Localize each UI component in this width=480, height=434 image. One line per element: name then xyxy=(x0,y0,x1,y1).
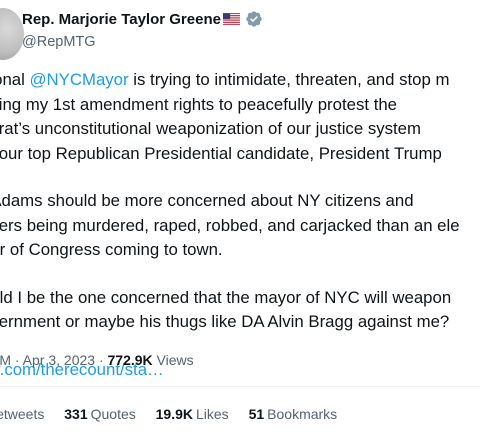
tweet-text-segment: sional xyxy=(0,70,25,89)
stat-label: Bookmarks xyxy=(267,406,338,422)
tweet-time[interactable]: PM xyxy=(0,352,11,368)
tweet-text-segment: r Adams should be more concerned about N… xyxy=(0,191,414,210)
author-name-row: Rep. Marjorie Taylor Greene xyxy=(22,10,263,28)
tweet-text-segment: overnment or maybe his thugs like DA Alv… xyxy=(0,312,450,331)
tweet-text-segment: is trying to intimidate, threaten, and s… xyxy=(128,70,450,89)
tweet-link[interactable]: @NYCMayor xyxy=(30,70,129,89)
meta-separator: · xyxy=(11,352,23,368)
tweet-line: ocrat’s unconstitutional weaponization o… xyxy=(0,117,480,142)
us-flag-icon xyxy=(222,13,240,25)
stat-number: 51 xyxy=(248,406,265,422)
views-count: 772.9K xyxy=(107,352,153,368)
tweet-text-segment: ayers being murdered, raped, robbed, and… xyxy=(0,215,460,235)
divider xyxy=(0,386,480,387)
stat-bookmarks[interactable]: 51 Bookmarks xyxy=(249,406,338,422)
tweet-text-segment: ocrat’s unconstitutional weaponization o… xyxy=(0,119,421,138)
tweet-text-segment: ber of Congress coming to town. xyxy=(0,240,223,259)
tweet-line: st our top Republican Presidential candi… xyxy=(0,142,480,167)
tweet-line: sional @NYCMayor is trying to intimidate… xyxy=(0,68,480,93)
tweet-meta: PM · Apr 3, 2023 · 772.9K Views xyxy=(0,352,194,368)
tweet-line: ber of Congress coming to town. xyxy=(0,238,480,263)
stat-label: Likes xyxy=(196,406,229,422)
tweet-paragraph: ould I be the one concerned that the may… xyxy=(0,286,480,335)
stat-number: 19.9K xyxy=(155,406,193,422)
tweet-line: ayers being murdered, raped, robbed, and… xyxy=(0,214,480,239)
tweet-date[interactable]: Apr 3, 2023 xyxy=(23,352,95,368)
tweet-text-segment: ould I be the one concerned that the may… xyxy=(0,287,452,307)
tweet-paragraph: r Adams should be more concerned about N… xyxy=(0,189,480,263)
tweet-line: overnment or maybe his thugs like DA Alv… xyxy=(0,310,480,335)
author-handle[interactable]: @RepMTG xyxy=(22,34,96,50)
verified-badge-icon[interactable] xyxy=(245,10,263,28)
avatar[interactable] xyxy=(0,8,24,60)
engagement-stats: Retweets 331Quotes 19.9KLikes 51Bookmark… xyxy=(0,406,353,422)
tweet-line: ould I be the one concerned that the may… xyxy=(0,286,480,311)
stat-quotes[interactable]: 331 Quotes xyxy=(64,406,136,422)
stat-retweets[interactable]: Retweets xyxy=(0,406,44,422)
tweet-paragraph: sional @NYCMayor is trying to intimidate… xyxy=(0,68,480,166)
stat-likes[interactable]: 19.9K Likes xyxy=(156,406,229,422)
stat-label: Retweets xyxy=(0,406,45,422)
tweet-line: r Adams should be more concerned about N… xyxy=(0,189,480,214)
tweet-text-segment: using my 1st amendment rights to peacefu… xyxy=(0,94,398,114)
views-label: Views xyxy=(152,352,194,368)
meta-separator: · xyxy=(95,352,108,368)
stat-number: 331 xyxy=(64,406,88,422)
author-display-name[interactable]: Rep. Marjorie Taylor Greene xyxy=(22,11,221,28)
tweet-text-segment: st our top Republican Presidential candi… xyxy=(0,143,442,163)
stat-label: Quotes xyxy=(90,406,136,422)
tweet-line: using my 1st amendment rights to peacefu… xyxy=(0,93,480,118)
tweet-text: sional @NYCMayor is trying to intimidate… xyxy=(0,68,480,382)
